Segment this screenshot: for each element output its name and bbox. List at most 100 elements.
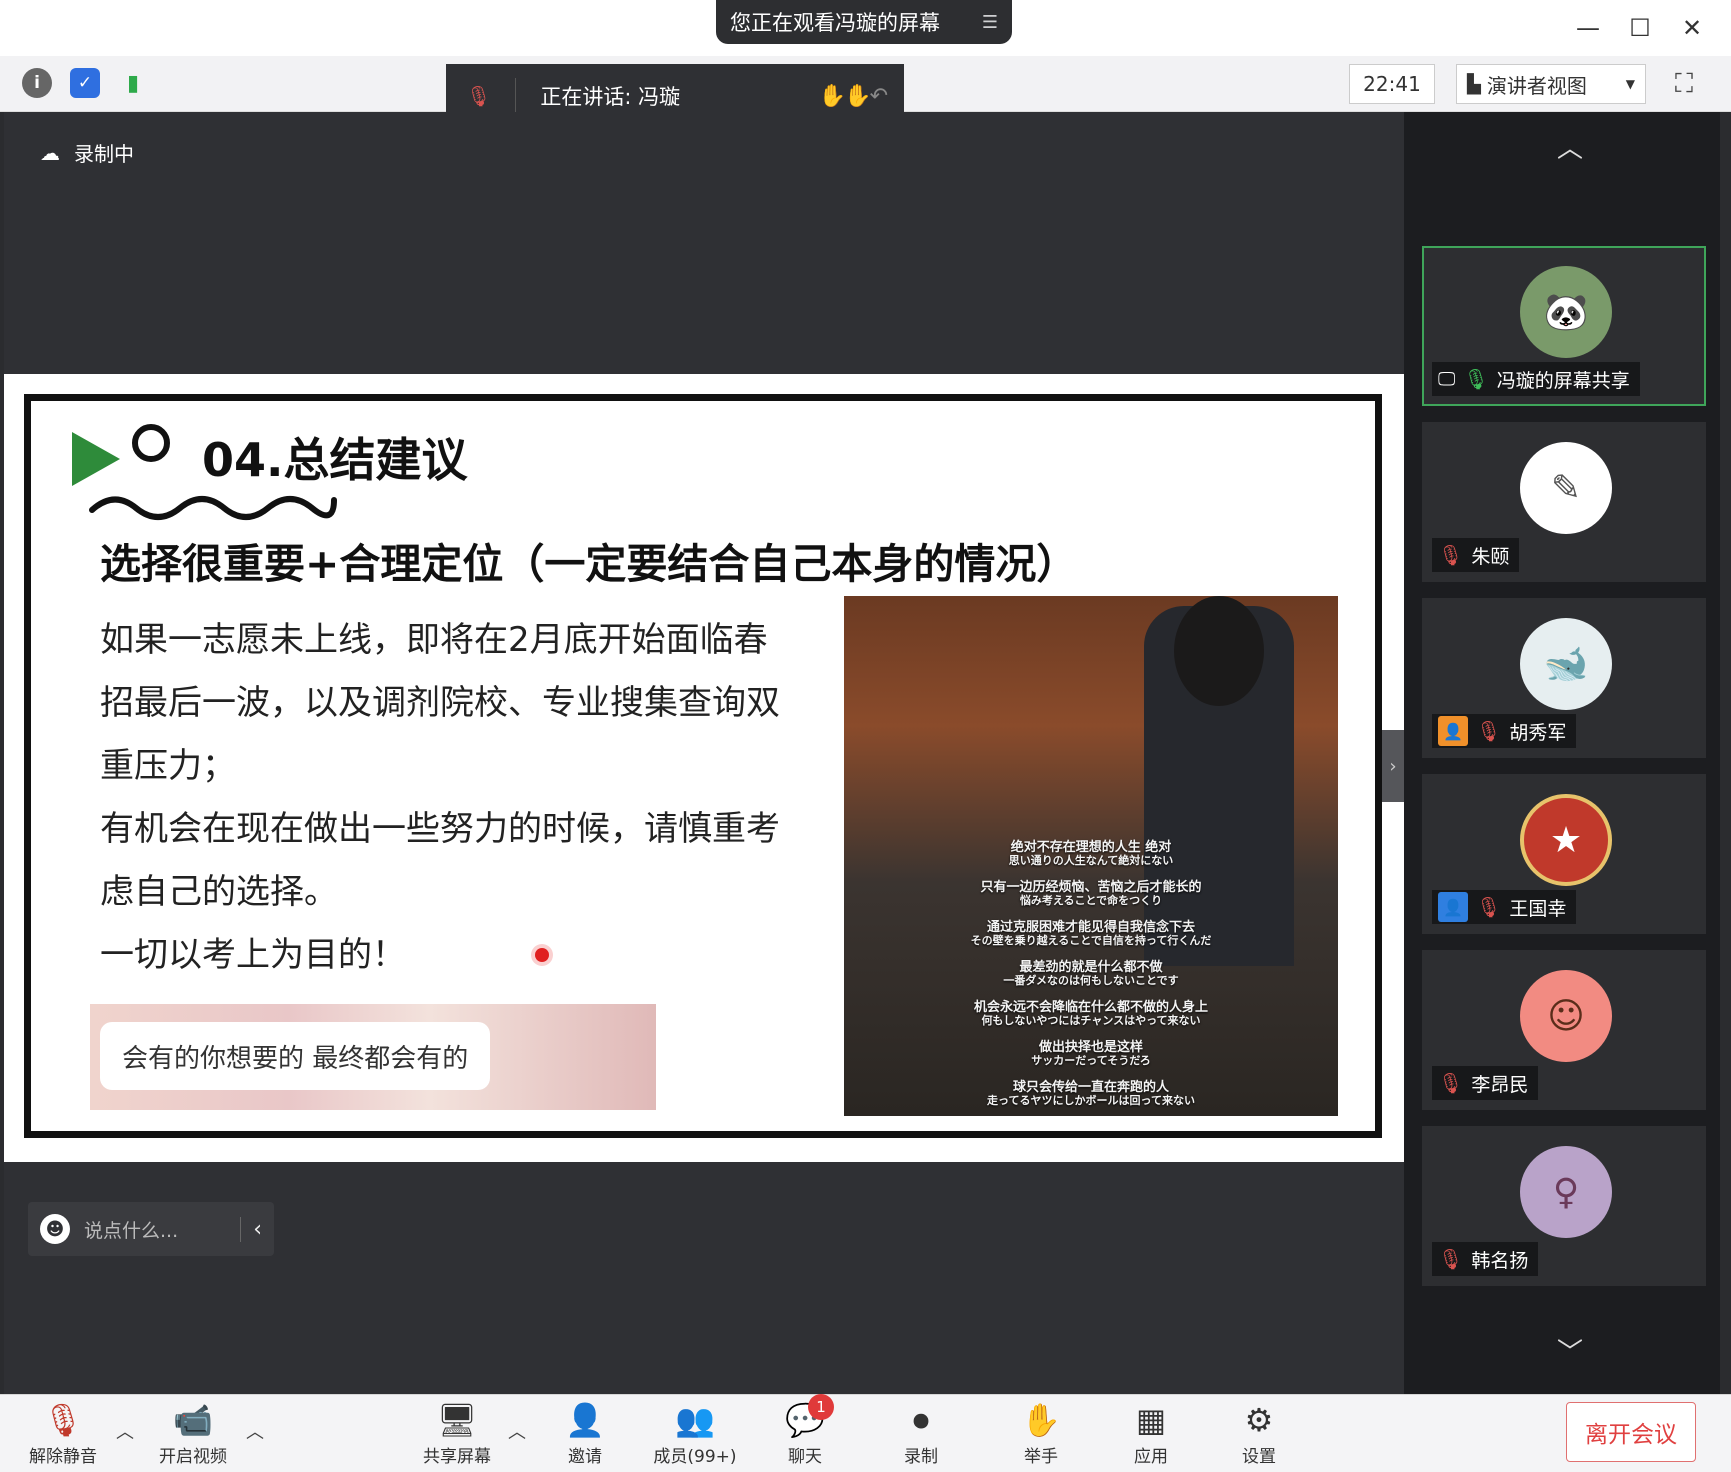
raise-hand-label: 举手 <box>1024 1447 1058 1467</box>
unmute-button[interactable]: 🎙 解除静音 <box>8 1398 118 1468</box>
slide-paragraph-line: 重压力； <box>100 746 236 786</box>
signal-icon: ▮ <box>126 70 140 96</box>
person-head <box>1174 596 1264 706</box>
maximize-icon[interactable]: ☐ <box>1622 10 1658 46</box>
participant-name-tag: 🖵 🎙 冯璇的屏幕共享 <box>1432 362 1640 396</box>
start-video-button[interactable]: 📹 开启视频 <box>138 1398 248 1468</box>
invite-button[interactable]: 👤 邀请 <box>530 1398 640 1468</box>
photo-subtitle: 何もしないやつにはチャンスはやって来ない <box>981 1014 1201 1027</box>
collapse-panel-handle[interactable]: › <box>1382 730 1404 802</box>
participant-name-tag: 🎙 韩名扬 <box>1432 1242 1539 1276</box>
participant-tile[interactable]: ♀ 🎙 韩名扬 <box>1422 1126 1706 1286</box>
chevron-left-icon[interactable]: ‹ <box>240 1216 274 1242</box>
audio-options-caret[interactable]: ︿ <box>116 1418 134 1444</box>
quote-text: 会有的你想要的 最终都会有的 <box>100 1022 491 1090</box>
circle-decoration-icon <box>132 424 170 462</box>
photo-subtitle: サッカーだってそうだろ <box>1031 1054 1151 1067</box>
share-label: 共享屏幕 <box>423 1447 491 1467</box>
chat-button[interactable]: 💬 聊天 <box>750 1398 860 1468</box>
slide-paragraph-line: 有机会在现在做出一些努力的时候，请慎重考 <box>100 809 780 849</box>
user-icon: 👤 <box>1438 716 1468 746</box>
video-label: 开启视频 <box>159 1447 227 1467</box>
participant-tile[interactable]: ★ 👤 🎙 王国幸 <box>1422 774 1706 934</box>
mic-muted-icon: 🎙 <box>1476 895 1502 919</box>
participant-name: 朱颐 <box>1471 545 1510 568</box>
view-selector[interactable]: ▙ 演讲者视图 ▼ <box>1456 64 1646 104</box>
chat-unread-badge: 1 <box>808 1394 834 1420</box>
sketch-avatar: ✎ <box>1520 442 1612 534</box>
mic-muted-icon: 🎙 <box>42 1401 84 1439</box>
recording-indicator: ☁ 录制中 <box>40 138 134 167</box>
cloud-record-icon: ☁ <box>40 140 60 165</box>
participant-tile[interactable]: ✎ 🎙 朱颐 <box>1422 422 1706 582</box>
photo-subtitle: 思い通りの人生なんて絶対にない <box>1008 854 1174 867</box>
scroll-down-icon[interactable]: ﹀ <box>1500 1330 1640 1370</box>
gear-icon: ⚙ <box>1244 1401 1274 1439</box>
participant-name-tag: 🎙 朱颐 <box>1432 538 1520 572</box>
badge-avatar: ★ <box>1520 794 1612 886</box>
unmute-label: 解除静音 <box>29 1447 97 1467</box>
screen-share-banner[interactable]: 您正在观看冯璇的屏幕 ☰ <box>716 0 1012 44</box>
raise-hand-button[interactable]: ✋ 举手 <box>986 1398 1096 1468</box>
record-button[interactable]: ⏺ 录制 <box>866 1398 976 1468</box>
members-button[interactable]: 👥 成员(99+) <box>640 1398 750 1468</box>
scroll-up-icon[interactable]: ︿ <box>1500 126 1640 166</box>
participant-name-tag: 🎙 李昂民 <box>1432 1066 1539 1100</box>
participant-tile[interactable]: ☺ 🎙 李昂民 <box>1422 950 1706 1110</box>
slide-paragraph-line: 如果一志愿未上线，即将在2月底开始面临春 <box>100 620 768 660</box>
invite-label: 邀请 <box>568 1447 602 1467</box>
record-label: 录制 <box>904 1447 938 1467</box>
minimize-icon[interactable]: — <box>1570 10 1606 46</box>
participant-tile[interactable]: 🐋 👤 🎙 胡秀军 <box>1422 598 1706 758</box>
apps-grid-icon: ▦ <box>1135 1401 1167 1439</box>
participant-name: 胡秀军 <box>1509 721 1567 744</box>
slide-paragraph-line: 一切以考上为目的！ <box>100 935 406 975</box>
chat-label: 聊天 <box>788 1447 822 1467</box>
participant-name: 李昂民 <box>1471 1073 1529 1096</box>
close-icon[interactable]: ✕ <box>1674 10 1710 46</box>
share-options-caret[interactable]: ︿ <box>508 1418 526 1444</box>
members-icon: 👥 <box>675 1401 715 1439</box>
whale-avatar: 🐋 <box>1520 618 1612 710</box>
layout-icon: ▙ <box>1467 73 1481 95</box>
settings-label: 设置 <box>1242 1447 1276 1467</box>
wave-decoration-icon <box>89 496 337 520</box>
user-icon: 👤 <box>1438 892 1468 922</box>
fullscreen-icon[interactable]: ⛶ <box>1664 64 1704 104</box>
menu-icon[interactable]: ☰ <box>982 12 998 33</box>
banner-text: 您正在观看冯璇的屏幕 <box>730 11 940 35</box>
reaction-icons: ✋✋↶ <box>818 83 888 109</box>
view-label: 演讲者视图 <box>1486 73 1587 98</box>
participant-name-tag: 👤 🎙 胡秀军 <box>1432 714 1577 748</box>
photo-subtitle: 悩み考えることで命をつくり <box>1019 894 1163 907</box>
emoji-icon[interactable]: ☻ <box>40 1214 70 1244</box>
cartoon-avatar: ☺ <box>1520 970 1612 1062</box>
photo-subtitle: 走ってるヤツにしかボールは回って来ない <box>987 1094 1195 1107</box>
mic-muted-icon: 🎙 <box>1476 719 1502 743</box>
participant-name: 冯璇的屏幕共享 <box>1496 369 1630 392</box>
mic-on-icon: 🎙 <box>1463 367 1489 391</box>
apps-button[interactable]: ▦ 应用 <box>1096 1398 1206 1468</box>
shield-icon[interactable]: ✓ <box>70 68 100 98</box>
video-options-caret[interactable]: ︿ <box>246 1418 264 1444</box>
members-label: 成员(99+) <box>653 1447 737 1467</box>
mic-muted-icon: 🎙 <box>1438 1247 1464 1271</box>
share-screen-button[interactable]: 🖥 共享屏幕 <box>402 1398 512 1468</box>
leave-meeting-button[interactable]: 离开会议 <box>1566 1402 1696 1462</box>
panda-avatar: 🐼 <box>1520 266 1612 358</box>
mic-muted-icon: 🎙 <box>1438 1071 1464 1095</box>
quick-chat-input[interactable]: ☻ 说点什么... ‹ <box>28 1202 274 1256</box>
settings-button[interactable]: ⚙ 设置 <box>1204 1398 1314 1468</box>
participant-tile[interactable]: 🐼 🖵 🎙 冯璇的屏幕共享 <box>1422 246 1706 406</box>
info-icon[interactable]: i <box>22 68 52 98</box>
share-screen-icon: 🖥 <box>436 1401 478 1439</box>
record-icon: ⏺ <box>912 1400 929 1439</box>
play-triangle-icon <box>72 432 120 486</box>
anime-avatar: ♀ <box>1520 1146 1612 1238</box>
slide-paragraph-line: 招最后一波，以及调剂院校、专业搜集查询双 <box>100 683 780 723</box>
mic-muted-icon: 🎙 <box>466 84 492 108</box>
participant-name-tag: 👤 🎙 王国幸 <box>1432 890 1577 924</box>
participant-name: 韩名扬 <box>1471 1249 1529 1272</box>
laser-pointer <box>535 948 549 962</box>
add-user-icon: 👤 <box>565 1401 605 1439</box>
